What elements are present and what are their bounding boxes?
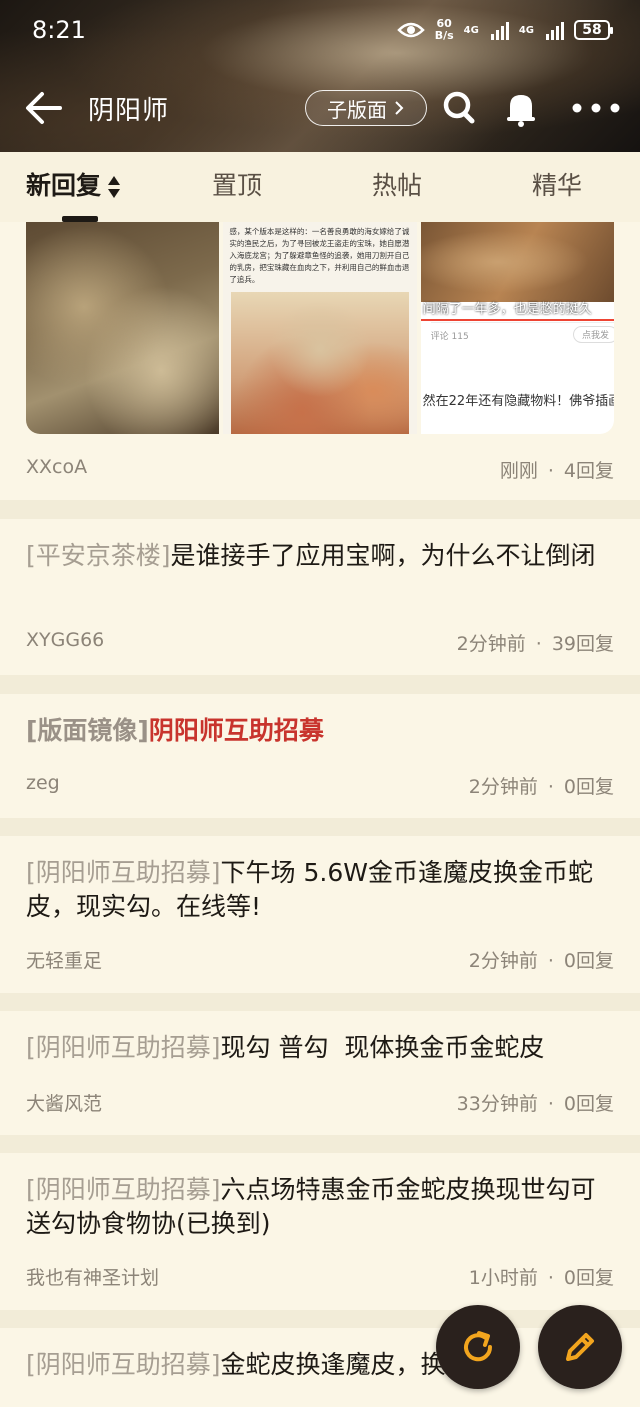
tab-pinned[interactable]: 置顶 — [212, 166, 262, 202]
post-title[interactable]: [版面镜像]阴阳师互助招募 — [26, 714, 614, 748]
network-label-1: 4G — [463, 24, 479, 36]
status-icons: 60 B/s 4G 4G 58 — [396, 17, 613, 42]
post-replies: 0回复 — [563, 1267, 614, 1289]
tab-new-replies[interactable]: 新回复 — [26, 166, 121, 202]
thumbnail-image[interactable]: 间隔了一年多，也是憋的挺久 评论 115 点我发 然在22年还有隐藏物料！佛爷插… — [420, 222, 614, 434]
post-card[interactable]: 感，某个版本是这样的：一名善良勇敢的海女嫁给了诚实的渔民之后，为了寻回被龙王盗走… — [0, 222, 640, 500]
post-title[interactable]: [阴阳师互助招募]六点场特惠金币金蛇皮换现世勾可送勾协食物协(已换到) — [26, 1173, 614, 1241]
thumbnail-artwork — [420, 222, 614, 302]
post-title[interactable]: [阴阳师互助招募]金蛇皮换逢魔皮，换到 — [26, 1348, 614, 1382]
post-card[interactable]: [版面镜像]阴阳师互助招募 zeg 2分钟前 · 0回复 — [0, 694, 640, 818]
post-tag: [平安京茶楼] — [26, 541, 171, 570]
post-author[interactable]: zeg — [26, 772, 60, 794]
post-replies: 0回复 — [563, 950, 614, 972]
post-time: 刚刚 — [499, 460, 538, 482]
tab-bar: 新回复 置顶 热帖 精华 — [0, 152, 640, 223]
post-author[interactable]: XYGG66 — [26, 629, 104, 651]
sort-icon — [108, 176, 121, 198]
app-header: 8:21 60 B/s 4G 4G 58 阴阳师 子版面 — [0, 0, 640, 152]
more-dots-icon[interactable] — [570, 88, 622, 128]
subforum-label: 子版面 — [327, 97, 387, 122]
ukiyoe-artwork — [231, 292, 409, 434]
post-title[interactable]: [阴阳师互助招募]下午场 5.6W金币逢魔皮换金币蛇皮，现实勾。在线等! — [26, 856, 614, 924]
signal-icon — [546, 20, 564, 40]
post-card[interactable]: [平安京茶楼]是谁接手了应用宝啊，为什么不让倒闭 XYGG66 2分钟前 · 39回… — [0, 519, 640, 675]
post-tag: [版面镜像] — [26, 716, 149, 745]
post-tag: [阴阳师互助招募] — [26, 1175, 221, 1204]
tab-hot[interactable]: 热帖 — [372, 166, 422, 202]
new-post-button[interactable] — [538, 1305, 622, 1389]
network-label-2: 4G — [518, 24, 534, 36]
post-tag: [阴阳师互助招募] — [26, 1033, 221, 1062]
post-replies: 0回复 — [563, 1093, 614, 1115]
thumbnail-bottom-text: 然在22年还有隐藏物料！佛爷插画 — [422, 394, 614, 409]
thumbnail-caption: 感，某个版本是这样的：一名善良勇敢的海女嫁给了诚实的渔民之后，为了寻回被龙王盗走… — [229, 227, 410, 284]
post-time: 2分钟前 — [456, 633, 526, 655]
battery-icon: 58 — [574, 20, 613, 40]
post-replies: 0回复 — [563, 776, 614, 798]
status-time: 8:21 — [32, 16, 86, 44]
post-author[interactable]: 大酱风范 — [26, 1089, 102, 1116]
post-time: 2分钟前 — [468, 950, 538, 972]
image-grid: 感，某个版本是这样的：一名善良勇敢的海女嫁给了诚实的渔民之后，为了寻回被龙王盗走… — [26, 222, 614, 434]
forum-title: 阴阳师 — [88, 96, 170, 126]
refresh-icon — [464, 1331, 493, 1362]
subforum-button[interactable]: 子版面 — [305, 90, 427, 126]
post-time: 1小时前 — [468, 1267, 538, 1289]
post-author[interactable]: XXcoA — [26, 456, 87, 478]
divider — [420, 319, 614, 321]
post-card[interactable]: [阴阳师互助招募]现勾 普勾 现体换金币金蛇皮 大酱风范 33分钟前 · 0回复 — [0, 1011, 640, 1135]
post-time: 33分钟前 — [456, 1093, 538, 1115]
post-title[interactable]: [阴阳师互助招募]现勾 普勾 现体换金币金蛇皮 — [26, 1031, 614, 1065]
post-author[interactable]: 我也有神圣计划 — [26, 1263, 159, 1290]
post-tag: [阴阳师互助招募] — [26, 1350, 221, 1379]
post-card[interactable]: [阴阳师互助招募]六点场特惠金币金蛇皮换现世勾可送勾协食物协(已换到) 我也有神… — [0, 1153, 640, 1310]
thumbnail-like-label: 点我发 — [572, 326, 614, 343]
thumbnail-image[interactable] — [26, 222, 220, 434]
post-feed[interactable]: 感，某个版本是这样的：一名善良勇敢的海女嫁给了诚实的渔民之后，为了寻回被龙王盗走… — [0, 222, 640, 1407]
status-bar: 8:21 60 B/s 4G 4G 58 — [0, 0, 640, 64]
chevron-right-icon — [395, 101, 404, 115]
post-replies: 39回复 — [551, 633, 614, 655]
thumbnail-overlay-text: 间隔了一年多，也是憋的挺久 — [422, 302, 592, 317]
eye-icon — [396, 22, 425, 38]
post-author[interactable]: 无轻重足 — [26, 946, 102, 973]
tab-featured[interactable]: 精华 — [532, 166, 582, 202]
signal-icon — [490, 20, 509, 40]
post-title[interactable]: [平安京茶楼]是谁接手了应用宝啊，为什么不让倒闭 — [26, 539, 614, 573]
post-time: 2分钟前 — [468, 776, 538, 798]
refresh-button[interactable] — [436, 1305, 520, 1389]
arrow-left-icon[interactable] — [24, 90, 64, 126]
bell-icon[interactable] — [502, 88, 540, 128]
search-icon[interactable] — [440, 88, 478, 128]
net-speed: 60 B/s — [434, 17, 454, 42]
post-replies: 4回复 — [563, 460, 614, 482]
thumbnail-image[interactable]: 感，某个版本是这样的：一名善良勇敢的海女嫁给了诚实的渔民之后，为了寻回被龙王盗走… — [223, 222, 417, 434]
post-card[interactable]: [阴阳师互助招募]下午场 5.6W金币逢魔皮换金币蛇皮，现实勾。在线等! 无轻重… — [0, 836, 640, 993]
pencil-icon — [566, 1333, 594, 1361]
nav-bar: 阴阳师 子版面 — [0, 76, 640, 140]
post-tag: [阴阳师互助招募] — [26, 858, 221, 887]
